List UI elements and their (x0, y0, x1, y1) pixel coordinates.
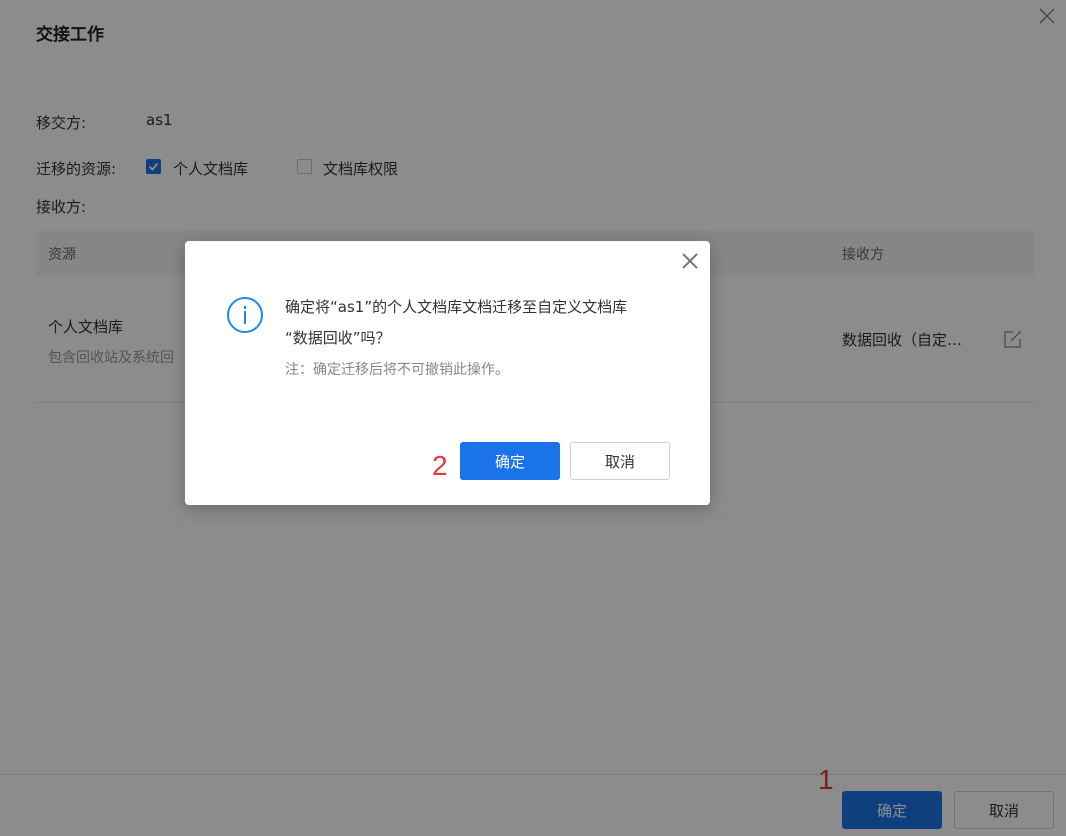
step-marker-2: 2 (432, 450, 448, 481)
close-icon[interactable] (680, 251, 700, 271)
dialog-cancel-button[interactable]: 取消 (570, 442, 670, 480)
dialog-confirm-button[interactable]: 确定 (460, 442, 560, 480)
dialog-message-line2: “数据回收”吗？ (285, 329, 391, 347)
dialog-note: 注：确定迁移后将不可撤销此操作。 (285, 362, 509, 378)
info-icon (227, 297, 263, 333)
confirm-dialog: 确定将“as1”的个人文档库文档迁移至自定义文档库 “数据回收”吗？ 注：确定迁… (185, 241, 710, 505)
dialog-message-line1: 确定将“as1”的个人文档库文档迁移至自定义文档库 (285, 298, 628, 316)
